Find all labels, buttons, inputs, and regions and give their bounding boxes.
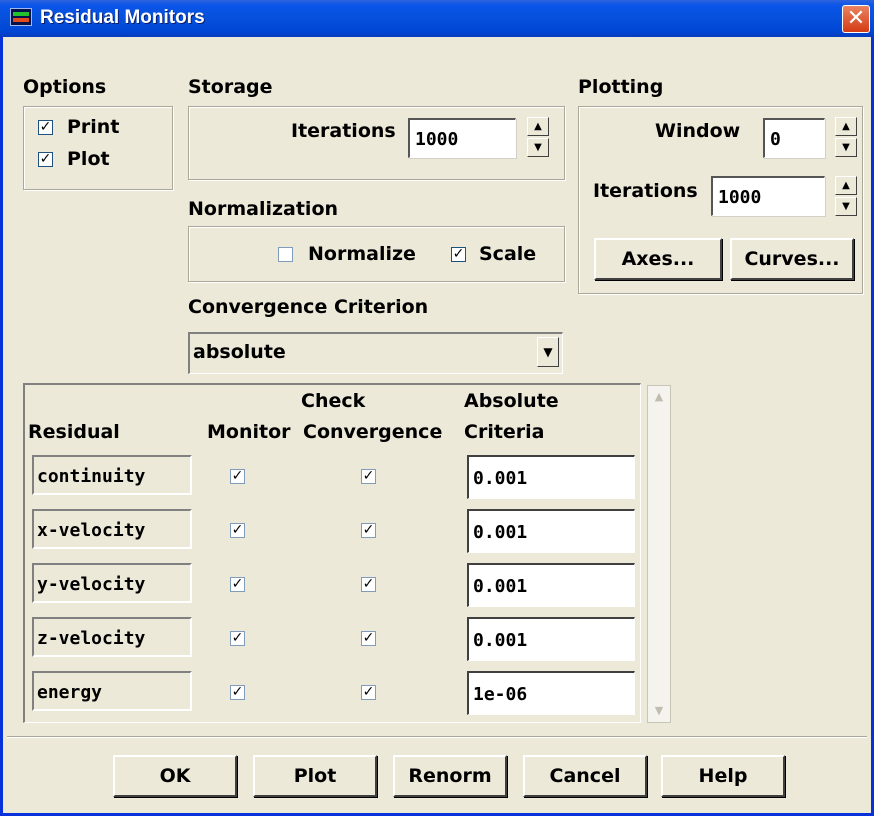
close-icon: ✕ <box>846 6 866 31</box>
checkmark-icon: ✓ <box>362 576 375 592</box>
renorm-button[interactable]: Renorm <box>393 755 507 797</box>
normalize-label: Normalize <box>308 243 416 265</box>
convergence-criterion-select[interactable]: absolute ▼ <box>188 332 563 374</box>
residual-name: z-velocity <box>32 617 192 657</box>
criteria-header-line2: Criteria <box>464 421 545 443</box>
plotting-window-input[interactable]: 0 <box>763 118 825 158</box>
plotting-window-spinner[interactable]: ▲ ▼ <box>835 117 857 157</box>
storage-iterations-input[interactable]: 1000 <box>408 118 516 158</box>
table-scrollbar[interactable]: ▲ ▼ <box>647 385 671 723</box>
print-label: Print <box>67 116 120 138</box>
plotting-window-label: Window <box>655 120 741 142</box>
storage-iterations-spinner[interactable]: ▲ ▼ <box>527 117 549 157</box>
plotting-heading: Plotting <box>578 76 664 98</box>
options-heading: Options <box>23 76 107 98</box>
spin-up-icon[interactable]: ▲ <box>527 117 549 136</box>
plot-label: Plot <box>67 148 110 170</box>
check-header-line2: Convergence <box>303 421 443 443</box>
scroll-up-icon[interactable]: ▲ <box>648 386 670 408</box>
checkmark-icon: ✓ <box>39 151 52 167</box>
chevron-down-icon[interactable]: ▼ <box>537 337 559 367</box>
check-convergence-checkbox[interactable]: ✓ <box>361 685 376 700</box>
checkmark-icon: ✓ <box>362 630 375 646</box>
footer-separator <box>7 736 867 738</box>
residual-monitors-dialog: Residual Monitors ✕ Options ✓ Print ✓ Pl… <box>0 0 874 816</box>
checkmark-icon: ✓ <box>452 246 465 262</box>
monitor-checkbox[interactable]: ✓ <box>230 631 245 646</box>
storage-heading: Storage <box>188 76 273 98</box>
print-checkbox[interactable]: ✓ <box>38 120 53 135</box>
normalization-heading: Normalization <box>188 198 339 220</box>
checkmark-icon: ✓ <box>231 468 244 484</box>
monitor-header: Monitor <box>207 421 291 443</box>
help-button[interactable]: Help <box>661 755 785 797</box>
plot-checkbox[interactable]: ✓ <box>38 152 53 167</box>
normalize-checkbox[interactable] <box>278 247 293 262</box>
curves-button[interactable]: Curves... <box>730 238 854 280</box>
plotting-iterations-input[interactable]: 1000 <box>711 176 825 216</box>
checkmark-icon: ✓ <box>231 522 244 538</box>
plot-button[interactable]: Plot <box>253 755 377 797</box>
monitor-checkbox[interactable]: ✓ <box>230 685 245 700</box>
spin-down-icon[interactable]: ▼ <box>835 197 857 216</box>
storage-iterations-label: Iterations <box>291 120 396 142</box>
absolute-criteria-input[interactable]: 0.001 <box>467 563 635 607</box>
spin-down-icon[interactable]: ▼ <box>835 138 857 157</box>
monitor-checkbox[interactable]: ✓ <box>230 523 245 538</box>
check-convergence-checkbox[interactable]: ✓ <box>361 469 376 484</box>
absolute-criteria-input[interactable]: 0.001 <box>467 617 635 661</box>
residual-name: x-velocity <box>32 509 192 549</box>
checkmark-icon: ✓ <box>231 630 244 646</box>
absolute-criteria-input[interactable]: 0.001 <box>467 509 635 553</box>
app-icon <box>10 8 32 26</box>
checkmark-icon: ✓ <box>231 684 244 700</box>
spin-down-icon[interactable]: ▼ <box>527 138 549 157</box>
scroll-down-icon[interactable]: ▼ <box>648 700 670 722</box>
checkmark-icon: ✓ <box>362 468 375 484</box>
convergence-criterion-value: absolute <box>193 341 286 363</box>
checkmark-icon: ✓ <box>39 119 52 135</box>
convergence-criterion-heading: Convergence Criterion <box>188 296 429 318</box>
checkmark-icon: ✓ <box>362 522 375 538</box>
check-convergence-checkbox[interactable]: ✓ <box>361 631 376 646</box>
absolute-criteria-input[interactable]: 0.001 <box>467 455 635 499</box>
residual-name: y-velocity <box>32 563 192 603</box>
spin-up-icon[interactable]: ▲ <box>835 117 857 136</box>
absolute-criteria-input[interactable]: 1e-06 <box>467 671 635 715</box>
residual-header: Residual <box>28 421 120 443</box>
checkmark-icon: ✓ <box>231 576 244 592</box>
spin-up-icon[interactable]: ▲ <box>835 176 857 195</box>
plotting-iterations-spinner[interactable]: ▲ ▼ <box>835 176 857 216</box>
residual-name: continuity <box>32 455 192 495</box>
criteria-header-line1: Absolute <box>464 390 559 412</box>
scale-checkbox[interactable]: ✓ <box>451 247 466 262</box>
check-convergence-checkbox[interactable]: ✓ <box>361 523 376 538</box>
check-header-line1: Check <box>301 390 366 412</box>
cancel-button[interactable]: Cancel <box>523 755 647 797</box>
scale-label: Scale <box>479 243 537 265</box>
monitor-checkbox[interactable]: ✓ <box>230 577 245 592</box>
plotting-iterations-label: Iterations <box>593 180 698 202</box>
check-convergence-checkbox[interactable]: ✓ <box>361 577 376 592</box>
ok-button[interactable]: OK <box>113 755 237 797</box>
close-button[interactable]: ✕ <box>842 5 870 33</box>
checkmark-icon: ✓ <box>362 684 375 700</box>
residuals-table: Check Absolute Residual Monitor Converge… <box>23 383 641 723</box>
residual-name: energy <box>32 671 192 711</box>
axes-button[interactable]: Axes... <box>594 238 722 280</box>
window-title: Residual Monitors <box>40 7 205 28</box>
title-bar[interactable]: Residual Monitors ✕ <box>0 0 874 37</box>
monitor-checkbox[interactable]: ✓ <box>230 469 245 484</box>
